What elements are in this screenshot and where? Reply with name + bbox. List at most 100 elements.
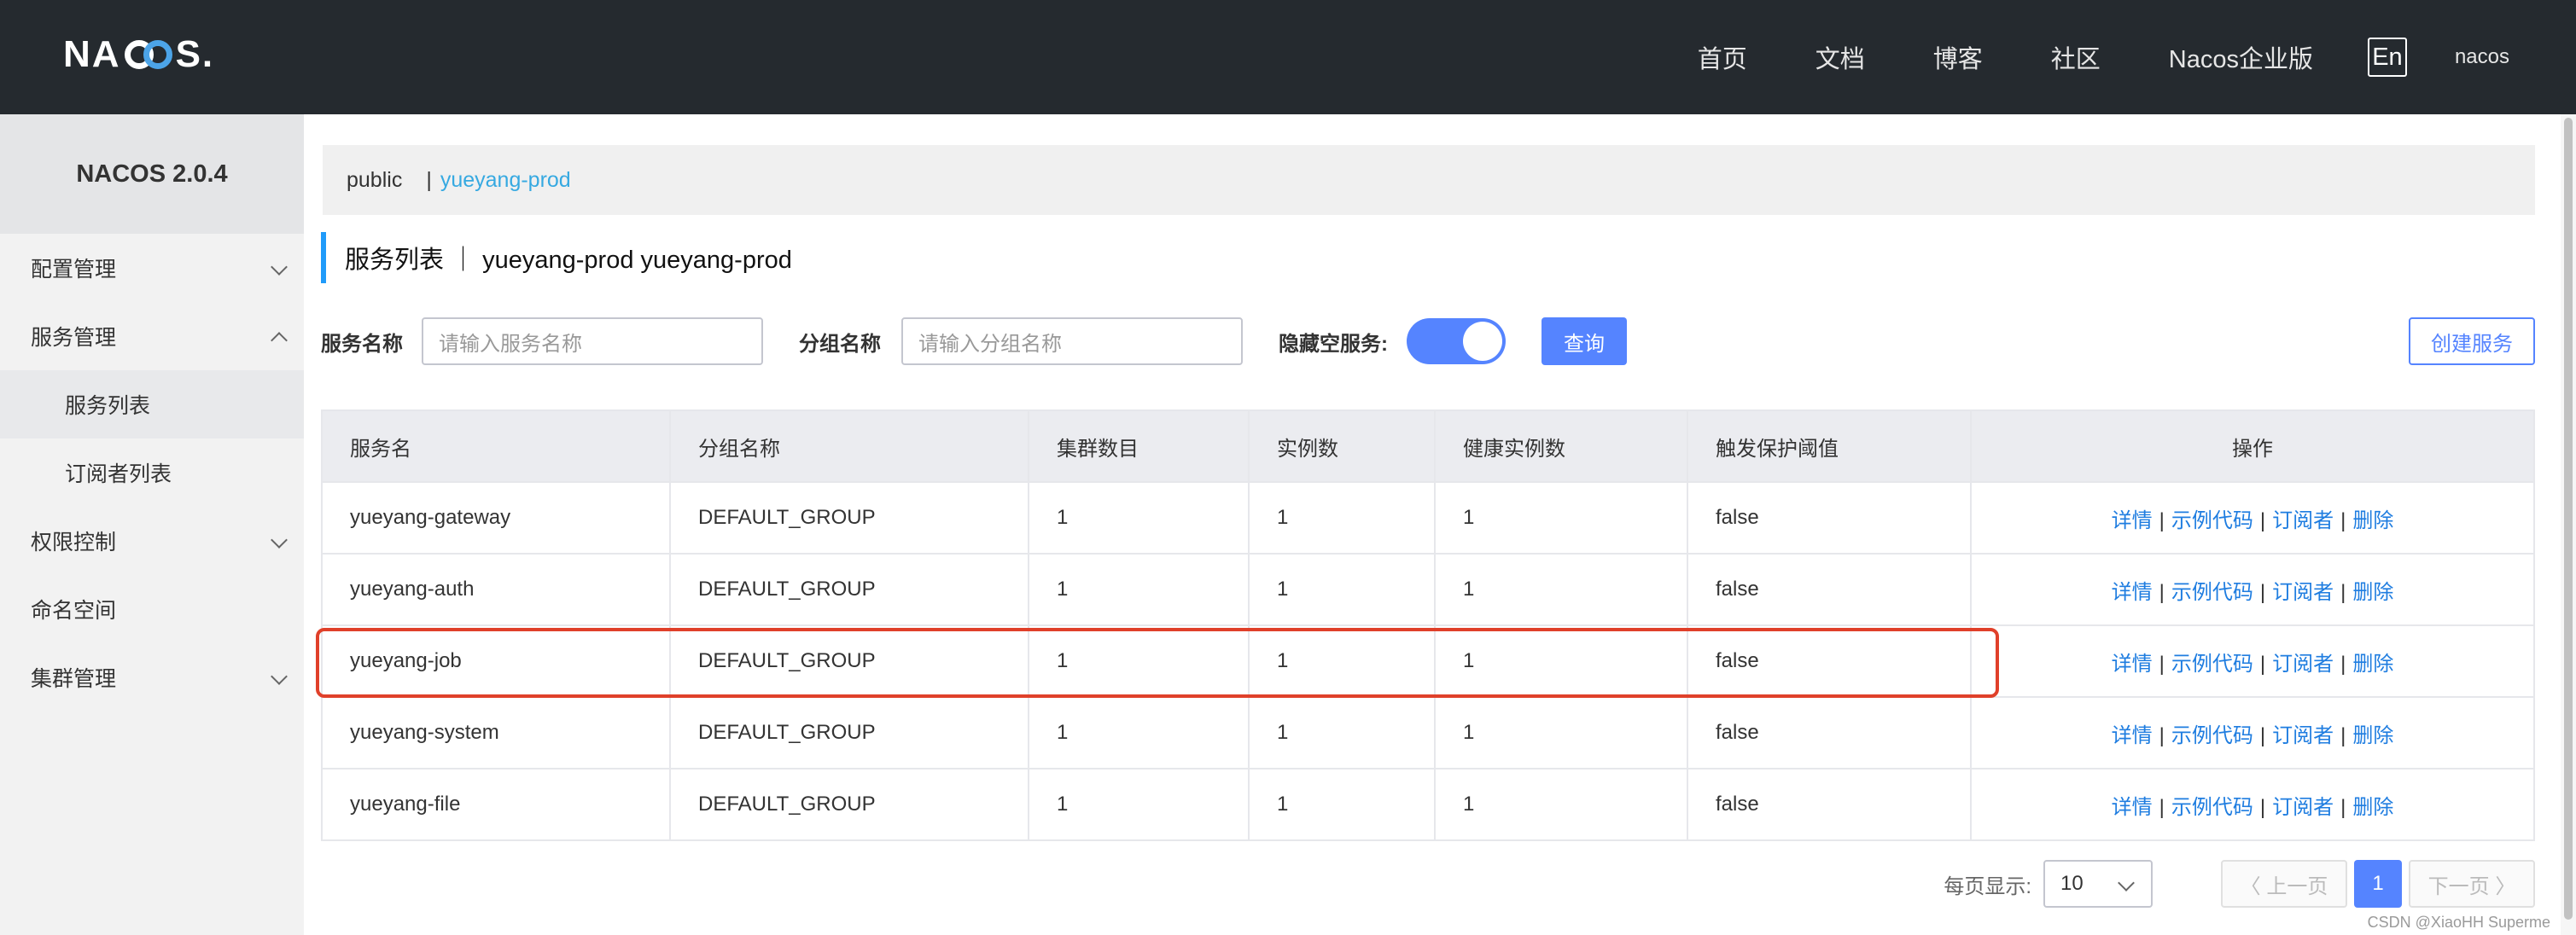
detail-link[interactable]: 详情 — [2112, 653, 2153, 676]
nacos-logo[interactable]: NA S. — [63, 31, 214, 78]
page-scrollbar[interactable] — [2561, 114, 2576, 935]
delete-link[interactable]: 删除 — [2352, 509, 2393, 532]
table-cell: 1 — [1248, 696, 1436, 769]
delete-link[interactable]: 删除 — [2352, 653, 2393, 676]
table-cell: 1 — [1434, 696, 1688, 769]
page-size-label: 每页显示: — [1944, 874, 2031, 898]
table-cell: yueyang-system — [321, 696, 671, 769]
table-cell: 1 — [1028, 553, 1250, 626]
sidebar-item-label: 订阅者列表 — [65, 462, 172, 486]
sidebar-item-label: 集群管理 — [31, 667, 117, 691]
detail-link[interactable]: 详情 — [2112, 509, 2153, 532]
column-header: 服务名 — [321, 409, 671, 483]
detail-link[interactable]: 详情 — [2112, 796, 2153, 819]
column-header: 集群数目 — [1028, 409, 1250, 483]
subscribers-link[interactable]: 订阅者 — [2272, 796, 2334, 819]
table-cell: DEFAULT_GROUP — [669, 624, 1029, 698]
service-table: 服务名 分组名称 集群数目 实例数 健康实例数 触发保护阈值 操作 yueyan… — [321, 409, 2535, 841]
scrollbar-thumb[interactable] — [2564, 118, 2573, 920]
sidebar-item-label: 服务管理 — [31, 326, 117, 350]
watermark: CSDN @XiaoHH Superme — [2367, 914, 2550, 931]
group-name-input[interactable]: 请输入分组名称 — [901, 317, 1243, 365]
table-cell: 1 — [1434, 624, 1688, 698]
sidebar-item-service-management[interactable]: 服务管理 — [0, 302, 304, 370]
subscribers-link[interactable]: 订阅者 — [2272, 653, 2334, 676]
nav-community[interactable]: 社区 — [2051, 39, 2101, 75]
sample-code-link[interactable]: 示例代码 — [2171, 796, 2253, 819]
column-header: 触发保护阈值 — [1687, 409, 1972, 483]
sidebar-item-cluster[interactable]: 集群管理 — [0, 643, 304, 711]
nav-enterprise[interactable]: Nacos企业版 — [2169, 39, 2313, 75]
service-name-input[interactable]: 请输入服务名称 — [422, 317, 763, 365]
nav-docs[interactable]: 文档 — [1815, 39, 1865, 75]
table-row: yueyang-auth DEFAULT_GROUP 1 1 1 false 详情 | 示例代码… — [321, 553, 2535, 626]
language-toggle-button[interactable]: En — [2367, 38, 2407, 77]
subscribers-link[interactable]: 订阅者 — [2272, 581, 2334, 604]
nav-blog[interactable]: 博客 — [1933, 39, 1983, 75]
top-nav: 首页 文档 博客 社区 Nacos企业版 En nacos — [1698, 0, 2576, 114]
action-separator: | — [2259, 652, 2266, 676]
page-1-button[interactable]: 1 — [2354, 860, 2402, 908]
namespace-public[interactable]: public — [347, 168, 402, 193]
table-row: yueyang-gateway DEFAULT_GROUP 1 1 1 false 详情 | 示… — [321, 481, 2535, 555]
column-header: 健康实例数 — [1434, 409, 1688, 483]
sample-code-link[interactable]: 示例代码 — [2171, 653, 2253, 676]
table-cell: 1 — [1028, 624, 1250, 698]
sidebar-item-config[interactable]: 配置管理 — [0, 234, 304, 302]
table-cell: 1 — [1434, 481, 1688, 555]
sample-code-link[interactable]: 示例代码 — [2171, 724, 2253, 747]
table-cell: DEFAULT_GROUP — [669, 481, 1029, 555]
sidebar-item-label: 命名空间 — [31, 599, 117, 623]
hide-empty-label: 隐藏空服务: — [1279, 332, 1388, 356]
row-actions: 详情 | 示例代码 | 订阅者 | 删除 — [1970, 481, 2535, 555]
next-page-button[interactable]: 下一页 〉 — [2409, 860, 2535, 908]
action-separator: | — [2340, 580, 2346, 604]
chevron-down-icon — [271, 668, 288, 685]
page-title: 服务列表 ｜ yueyang-prod yueyang-prod — [321, 232, 792, 283]
query-button[interactable]: 查询 — [1542, 317, 1627, 365]
sidebar-item-subscribers[interactable]: 订阅者列表 — [0, 438, 304, 507]
sample-code-link[interactable]: 示例代码 — [2171, 581, 2253, 604]
sidebar-item-label: 配置管理 — [31, 258, 117, 282]
sidebar-item-access-control[interactable]: 权限控制 — [0, 507, 304, 575]
nav-home[interactable]: 首页 — [1698, 39, 1747, 75]
table-row: yueyang-system DEFAULT_GROUP 1 1 1 false 详情 | 示例… — [321, 696, 2535, 769]
action-separator: | — [2259, 723, 2266, 747]
column-header: 分组名称 — [669, 409, 1029, 483]
subscribers-link[interactable]: 订阅者 — [2272, 724, 2334, 747]
top-bar: NA S. 首页 文档 博客 社区 Nacos企业版 En nacos — [0, 0, 2576, 114]
pagination: 每页显示: 10 〈 上一页 1 下一页 〉 — [1944, 860, 2535, 908]
toggle-knob — [1463, 322, 1502, 361]
detail-link[interactable]: 详情 — [2112, 581, 2153, 604]
table-cell: DEFAULT_GROUP — [669, 553, 1029, 626]
hide-empty-toggle[interactable] — [1407, 318, 1506, 364]
delete-link[interactable]: 删除 — [2352, 581, 2393, 604]
action-separator: | — [2159, 723, 2165, 747]
create-service-button[interactable]: 创建服务 — [2409, 317, 2535, 365]
table-cell: yueyang-job — [321, 624, 671, 698]
namespace-current[interactable]: yueyang-prod — [440, 168, 571, 193]
service-name-label: 服务名称 — [321, 332, 403, 356]
row-actions: 详情 | 示例代码 | 订阅者 | 删除 — [1970, 768, 2535, 841]
sidebar-item-namespace[interactable]: 命名空间 — [0, 575, 304, 643]
table-header-row: 服务名 分组名称 集群数目 实例数 健康实例数 触发保护阈值 操作 — [321, 409, 2535, 483]
column-header: 操作 — [1970, 409, 2535, 483]
prev-page-button[interactable]: 〈 上一页 — [2221, 860, 2347, 908]
delete-link[interactable]: 删除 — [2352, 796, 2393, 819]
subscribers-link[interactable]: 订阅者 — [2272, 509, 2334, 532]
page-size-select[interactable]: 10 — [2043, 860, 2153, 908]
user-menu[interactable]: nacos — [2455, 45, 2509, 69]
sample-code-link[interactable]: 示例代码 — [2171, 509, 2253, 532]
table-cell: false — [1687, 553, 1972, 626]
table-cell: false — [1687, 624, 1972, 698]
action-separator: | — [2159, 580, 2165, 604]
detail-link[interactable]: 详情 — [2112, 724, 2153, 747]
sidebar-item-service-list[interactable]: 服务列表 — [0, 370, 304, 438]
table-cell: DEFAULT_GROUP — [669, 768, 1029, 841]
action-separator: | — [2259, 508, 2266, 532]
action-separator: | — [2340, 652, 2346, 676]
table-cell: 1 — [1248, 481, 1436, 555]
sidebar-item-label: 服务列表 — [65, 394, 151, 418]
row-actions: 详情 | 示例代码 | 订阅者 | 删除 — [1970, 553, 2535, 626]
delete-link[interactable]: 删除 — [2352, 724, 2393, 747]
